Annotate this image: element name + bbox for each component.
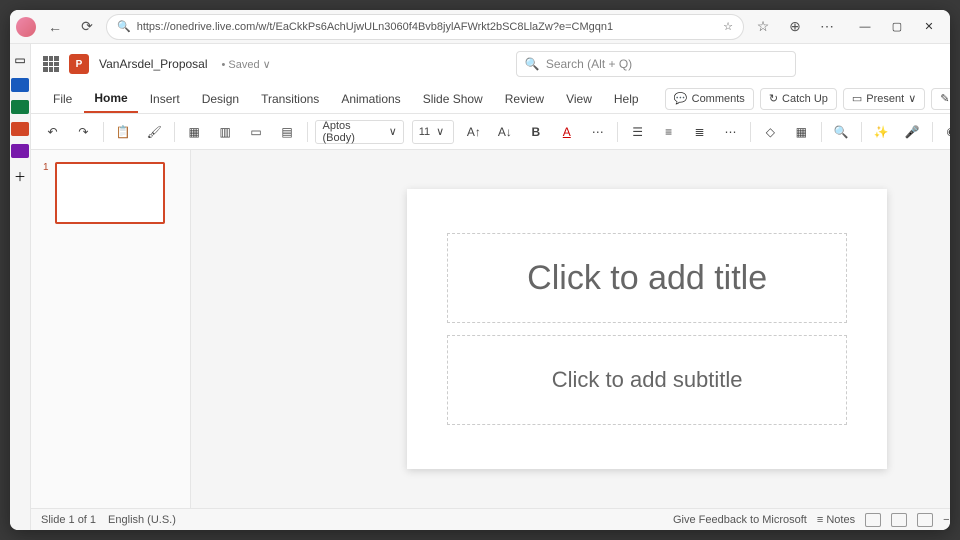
address-bar[interactable]: 🔍 ☆ [106, 14, 744, 40]
more-para-icon[interactable]: ⋯ [719, 120, 742, 144]
slide-counter: Slide 1 of 1 [41, 514, 96, 526]
tab-animations[interactable]: Animations [331, 86, 410, 112]
undo-button[interactable]: ↶ [41, 120, 64, 144]
tab-transitions[interactable]: Transitions [251, 86, 329, 112]
designer-button[interactable]: ✨ [870, 120, 893, 144]
subtitle-placeholder[interactable]: Click to add subtitle [447, 335, 847, 425]
back-button[interactable]: ← [42, 14, 68, 40]
numbering-button[interactable]: ≡ [657, 120, 680, 144]
increase-font-icon[interactable]: A↑ [462, 120, 485, 144]
font-size-selector[interactable]: 11 ∨ [412, 120, 455, 144]
feedback-link[interactable]: Give Feedback to Microsoft [673, 514, 807, 526]
redo-button[interactable]: ↷ [72, 120, 95, 144]
tab-home[interactable]: Home [84, 85, 137, 113]
document-name[interactable]: VanArsdel_Proposal [99, 57, 208, 71]
bullets-button[interactable]: ☰ [626, 120, 649, 144]
tab-insert[interactable]: Insert [140, 86, 190, 112]
notes-button[interactable]: ≡ Notes [817, 514, 855, 526]
word-icon[interactable] [11, 78, 29, 92]
tab-slideshow[interactable]: Slide Show [413, 86, 493, 112]
font-color-button[interactable]: A [555, 120, 578, 144]
zoom-out-button[interactable]: − [943, 514, 949, 526]
profile-avatar[interactable] [16, 17, 36, 37]
lock-icon: 🔍 [117, 20, 131, 33]
dictate-button[interactable]: 🎤 [901, 120, 924, 144]
decrease-font-icon[interactable]: A↓ [493, 120, 516, 144]
align-button[interactable]: ≣ [688, 120, 711, 144]
search-placeholder: Search (Alt + Q) [546, 57, 632, 71]
excel-icon[interactable] [11, 100, 29, 114]
normal-view-icon[interactable] [865, 513, 881, 527]
new-slide-button[interactable]: ▦ [183, 120, 206, 144]
rail-tab-icon[interactable]: ▭ [10, 50, 30, 70]
section-button[interactable]: ▤ [276, 120, 299, 144]
language-status[interactable]: English (U.S.) [108, 514, 176, 526]
slide-thumbnail[interactable] [55, 162, 165, 224]
minimize-button[interactable]: — [850, 14, 880, 40]
title-placeholder[interactable]: Click to add title [447, 233, 847, 323]
sorter-view-icon[interactable] [891, 513, 907, 527]
powerpoint-app-icon: P [69, 54, 89, 74]
close-button[interactable]: ✕ [914, 14, 944, 40]
thumb-number: 1 [43, 162, 49, 224]
slide-canvas[interactable]: Click to add title Click to add subtitle… [191, 150, 950, 508]
editing-button[interactable]: ✎ Editing ∨ [931, 88, 950, 110]
reading-view-icon[interactable] [917, 513, 933, 527]
translate-icon[interactable]: ☆ [723, 20, 733, 33]
save-status[interactable]: • Saved ∨ [222, 58, 271, 71]
tab-view[interactable]: View [556, 86, 602, 112]
shapes-button[interactable]: ◇ [759, 120, 782, 144]
maximize-button[interactable]: ▢ [882, 14, 912, 40]
favorites-icon[interactable]: ☆ [750, 14, 776, 40]
more-font-icon[interactable]: ⋯ [586, 120, 609, 144]
bold-button[interactable]: B [524, 120, 547, 144]
layout-button[interactable]: ▥ [214, 120, 237, 144]
search-box[interactable]: 🔍 Search (Alt + Q) [516, 51, 796, 77]
format-painter-icon[interactable]: 🖌 [143, 120, 166, 144]
app-launcher-icon[interactable] [43, 56, 59, 72]
present-button[interactable]: ▭ Present ∨ [843, 88, 925, 110]
slide: Click to add title Click to add subtitle [407, 189, 887, 469]
search-icon: 🔍 [525, 57, 540, 71]
find-button[interactable]: 🔍 [830, 120, 853, 144]
comments-button[interactable]: 💬 Comments [665, 88, 754, 110]
onenote-icon[interactable] [11, 144, 29, 158]
reset-button[interactable]: ▭ [245, 120, 268, 144]
font-selector[interactable]: Aptos (Body) ∨ [315, 120, 403, 144]
arrange-button[interactable]: ▦ [790, 120, 813, 144]
copilot-button[interactable]: ◉ Copilot [941, 120, 950, 144]
catchup-button[interactable]: ↻ Catch Up [760, 88, 837, 110]
tab-review[interactable]: Review [495, 86, 554, 112]
menu-icon[interactable]: ⋯ [814, 14, 840, 40]
powerpoint-icon[interactable] [11, 122, 29, 136]
tab-help[interactable]: Help [604, 86, 649, 112]
paste-button[interactable]: 📋 [112, 120, 135, 144]
collections-icon[interactable]: ⊕ [782, 14, 808, 40]
tab-file[interactable]: File [43, 86, 82, 112]
url-input[interactable] [137, 21, 717, 33]
app-rail: ▭ ＋ [10, 44, 31, 530]
slide-panel: 1 [31, 150, 191, 508]
add-app-icon[interactable]: ＋ [10, 166, 30, 186]
tab-design[interactable]: Design [192, 86, 249, 112]
refresh-button[interactable]: ⟳ [74, 14, 100, 40]
